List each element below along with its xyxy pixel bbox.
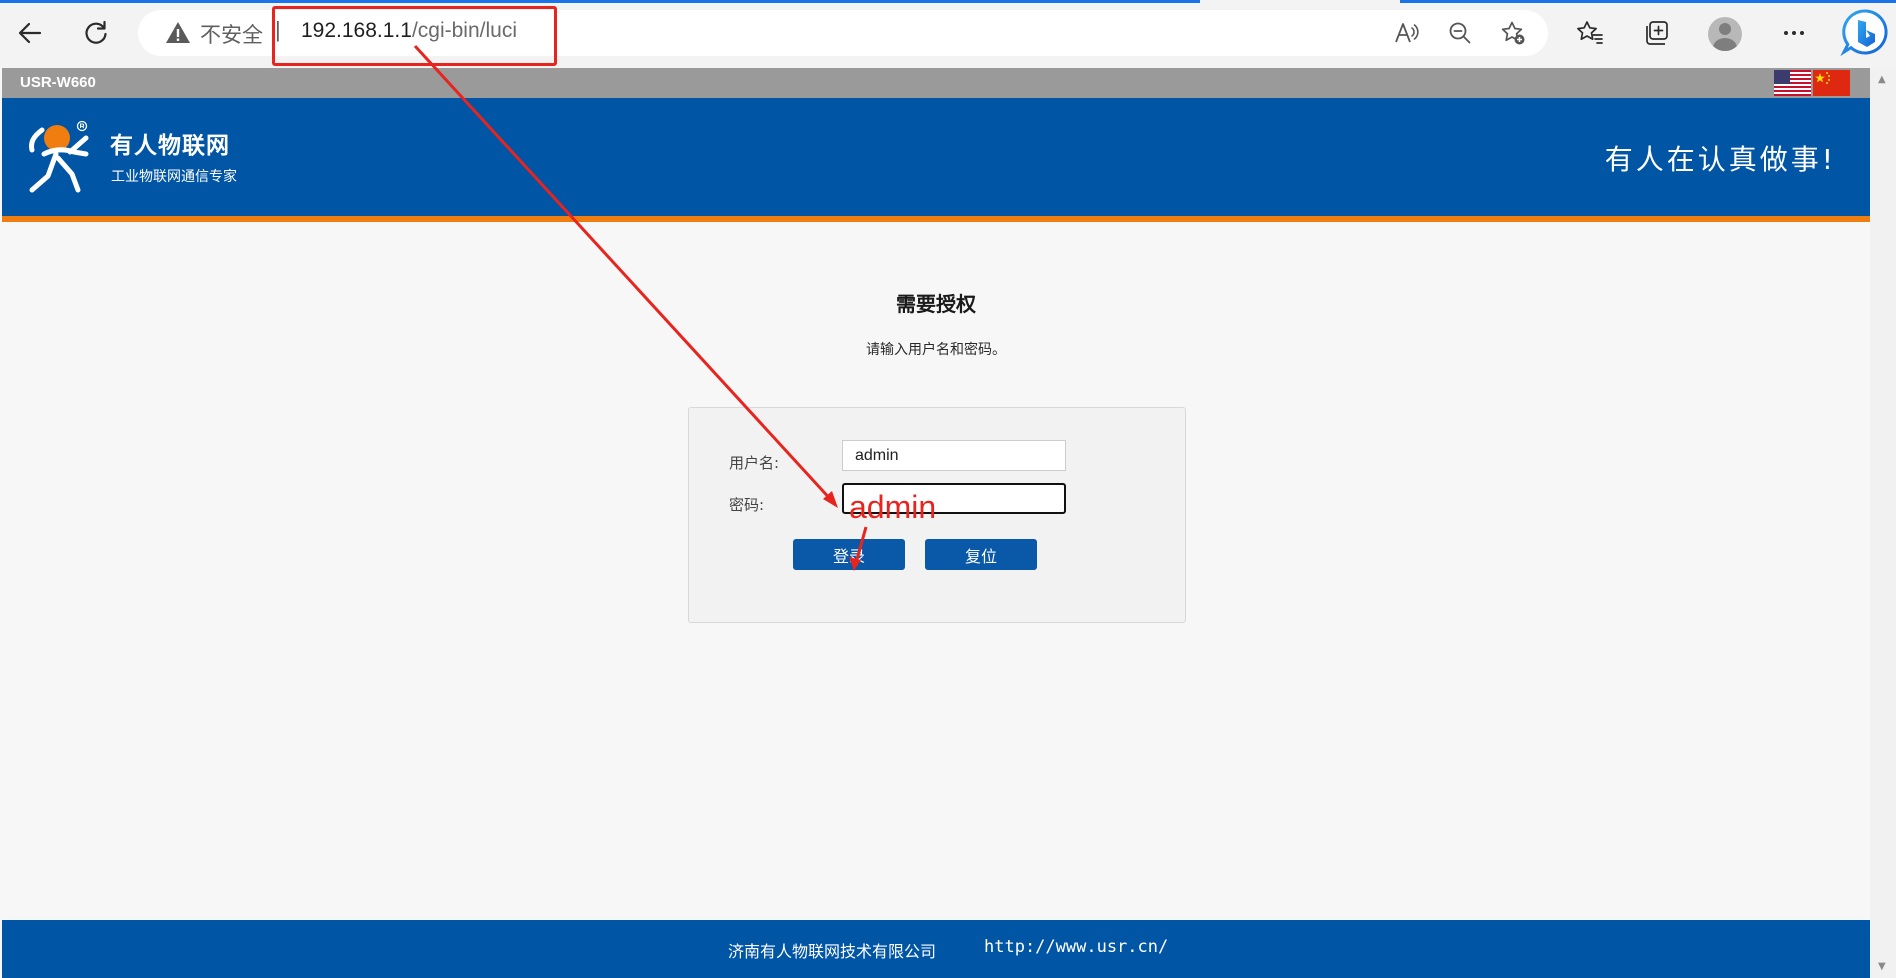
usr-logo-icon xyxy=(29,120,89,193)
more-menu-button[interactable] xyxy=(1776,15,1812,51)
password-input[interactable] xyxy=(842,483,1066,514)
url-highlight-annotation xyxy=(272,6,557,66)
scroll-up-arrow-icon[interactable]: ▲ xyxy=(1878,74,1886,85)
zoom-out-button[interactable] xyxy=(1444,17,1476,49)
page-footer: 济南有人物联网技术有限公司 http://www.usr.cn/ xyxy=(2,920,1870,978)
brand-subtitle: 工业物联网通信专家 xyxy=(111,169,237,185)
brand-header: 有人物联网 工业物联网通信专家 有人在认真做事! xyxy=(2,98,1870,222)
password-label: 密码: xyxy=(729,496,765,514)
tab-strip-indicator xyxy=(1400,0,1896,3)
more-dots-icon xyxy=(1784,31,1804,35)
tab-strip-indicator xyxy=(0,0,1200,3)
cn-flag-icon[interactable] xyxy=(1813,70,1850,96)
auth-description: 请输入用户名和密码。 xyxy=(866,342,1006,358)
page-scrollbar[interactable]: ▲ ▼ xyxy=(1870,68,1896,978)
login-form: 用户名: 密码: 登录 复位 xyxy=(688,407,1186,623)
brand-slogan: 有人在认真做事! xyxy=(1604,143,1836,176)
favorites-icon xyxy=(1577,21,1603,44)
page-viewport: USR-W660 有人物联网 工业物联网通信专家 有人在认真做事! 需要授权 请… xyxy=(2,68,1870,978)
username-label: 用户名: xyxy=(729,454,780,472)
username-input[interactable] xyxy=(842,440,1066,471)
arrow-left-icon xyxy=(18,22,42,44)
refresh-button[interactable] xyxy=(74,11,118,55)
device-topbar: USR-W660 xyxy=(2,68,1870,98)
refresh-icon xyxy=(85,20,107,44)
copilot-icon[interactable] xyxy=(1840,8,1890,58)
add-favorite-button[interactable] xyxy=(1497,17,1529,49)
browser-chrome: 不安全 | 192.168.1.1/cgi-bin/luci xyxy=(0,0,1896,68)
collections-icon xyxy=(1646,21,1668,45)
warning-icon[interactable] xyxy=(164,19,192,47)
scroll-down-arrow-icon[interactable]: ▼ xyxy=(1878,961,1886,972)
footer-company: 济南有人物联网技术有限公司 xyxy=(728,942,937,961)
reset-button[interactable]: 复位 xyxy=(925,539,1037,570)
star-add-icon xyxy=(1501,21,1525,45)
auth-title: 需要授权 xyxy=(896,292,976,316)
favorites-button[interactable] xyxy=(1572,15,1608,51)
brand-name: 有人物联网 xyxy=(110,133,230,159)
back-button[interactable] xyxy=(8,11,52,55)
profile-avatar[interactable] xyxy=(1708,17,1742,51)
read-aloud-icon xyxy=(1395,23,1419,43)
login-button[interactable]: 登录 xyxy=(793,539,905,570)
device-model: USR-W660 xyxy=(20,74,96,91)
footer-link[interactable]: http://www.usr.cn/ xyxy=(984,937,1168,957)
us-flag-icon[interactable] xyxy=(1774,70,1811,96)
read-aloud-button[interactable] xyxy=(1390,17,1422,49)
collections-button[interactable] xyxy=(1638,15,1674,51)
security-label[interactable]: 不安全 xyxy=(200,19,263,49)
zoom-out-icon xyxy=(1449,22,1471,44)
